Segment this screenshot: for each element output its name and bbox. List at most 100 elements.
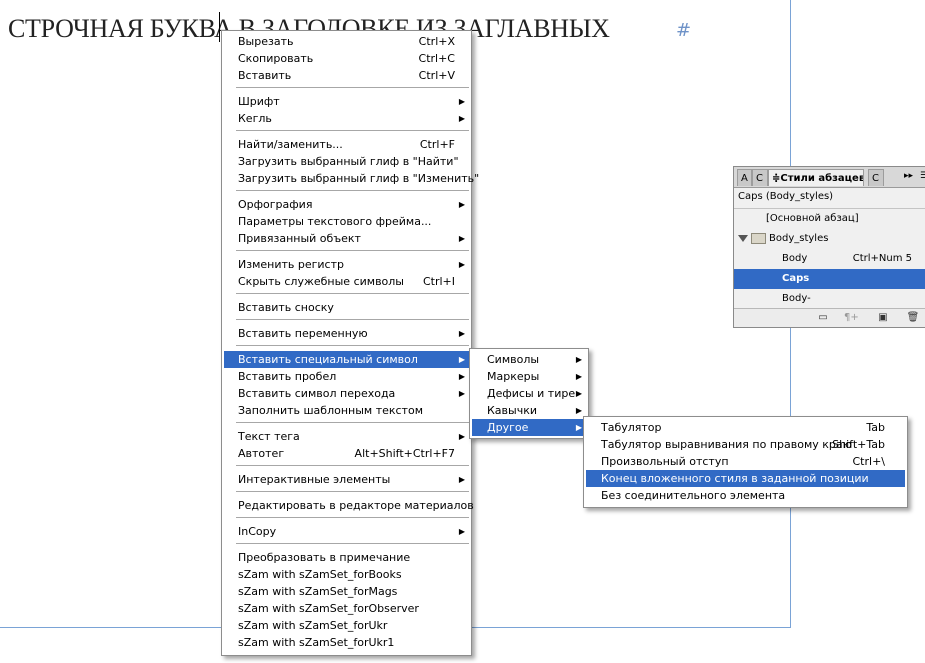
menu-item-size[interactable]: Кегль ▶ bbox=[224, 110, 469, 127]
menu-item-change-case[interactable]: Изменить регистр ▶ bbox=[224, 256, 469, 273]
menu-item-label: Найти/заменить... bbox=[238, 138, 343, 151]
menu-item-label: Шрифт bbox=[238, 95, 280, 108]
menu-item-label: Вставить сноску bbox=[238, 301, 334, 314]
submenu-item-quotes[interactable]: Кавычки ▶ bbox=[472, 402, 586, 419]
current-style-label: Caps (Body_styles) bbox=[738, 191, 834, 202]
menu-item-cut[interactable]: Вырезать Ctrl+X bbox=[224, 33, 469, 50]
expand-triangle-icon[interactable] bbox=[738, 234, 748, 242]
menu-item-label: Вставить символ перехода bbox=[238, 387, 396, 400]
menu-item-label: sZam with sZamSet_forBooks bbox=[238, 568, 402, 581]
style-row-body[interactable]: Body Ctrl+Num 5 bbox=[734, 249, 925, 269]
submenu-arrow-icon: ▶ bbox=[575, 406, 582, 415]
submenu-arrow-icon: ▶ bbox=[458, 372, 465, 381]
menu-item-label: Маркеры bbox=[487, 370, 540, 383]
menu-item-shortcut: Ctrl+\ bbox=[852, 455, 886, 468]
menu-item-label: Привязанный объект bbox=[238, 232, 361, 245]
menu-item-shortcut: Ctrl+I bbox=[422, 275, 455, 288]
menu-item-label: sZam with sZamSet_forUkr1 bbox=[238, 636, 395, 649]
menu-item-convert-to-note[interactable]: Преобразовать в примечание bbox=[224, 549, 469, 566]
menu-item-load-glyph-change[interactable]: Загрузить выбранный глиф в "Изменить" bbox=[224, 170, 479, 187]
menu-item-fill-placeholder[interactable]: Заполнить шаблонным текстом bbox=[224, 402, 469, 419]
menu-item-font[interactable]: Шрифт ▶ bbox=[224, 93, 469, 110]
submenu-item-markers[interactable]: Маркеры ▶ bbox=[472, 368, 586, 385]
menu-item-insert-variable[interactable]: Вставить переменную ▶ bbox=[224, 325, 469, 342]
folder-icon bbox=[751, 232, 766, 244]
tab-paragraph-styles[interactable]: ≑Стили абзацев bbox=[768, 169, 864, 186]
menu-item-label: Редактировать в редакторе материалов bbox=[238, 499, 474, 512]
submenu-item-tab[interactable]: Табулятор Tab bbox=[586, 419, 905, 436]
submenu-item-non-joiner[interactable]: Без соединительного элемента bbox=[586, 487, 905, 504]
menu-item-label: Скрыть служебные символы bbox=[238, 275, 404, 288]
submenu-arrow-icon: ▶ bbox=[458, 234, 465, 243]
menu-item-szam-mags[interactable]: sZam with sZamSet_forMags bbox=[224, 583, 469, 600]
menu-item-label: Орфография bbox=[238, 198, 313, 211]
style-row-label: Body- bbox=[782, 293, 811, 304]
menu-item-story-editor[interactable]: Редактировать в редакторе материалов bbox=[224, 497, 474, 514]
submenu-arrow-icon: ▶ bbox=[458, 200, 465, 209]
menu-item-autotag[interactable]: Автотег Alt+Shift+Ctrl+F7 bbox=[224, 445, 469, 462]
style-row-caps[interactable]: Caps bbox=[734, 269, 925, 289]
panel-tab-bar: А С ≑Стили абзацев С ▸▸ ☰ bbox=[734, 167, 925, 188]
panel-tab-c2[interactable]: С bbox=[868, 169, 884, 186]
menu-item-find-replace[interactable]: Найти/заменить... Ctrl+F bbox=[224, 136, 469, 153]
menu-item-anchored-object[interactable]: Привязанный объект ▶ bbox=[224, 230, 469, 247]
panel-menu-icon[interactable]: ▸▸ bbox=[904, 171, 913, 181]
menu-item-label: Текст тега bbox=[238, 430, 300, 443]
menu-item-shortcut: Ctrl+C bbox=[418, 52, 455, 65]
submenu-arrow-icon: ▶ bbox=[575, 372, 582, 381]
menu-item-incopy[interactable]: InCopy ▶ bbox=[224, 523, 469, 540]
menu-item-insert-break[interactable]: Вставить символ перехода ▶ bbox=[224, 385, 469, 402]
menu-item-insert-special-char[interactable]: Вставить специальный символ ▶ bbox=[224, 351, 469, 368]
menu-item-insert-footnote[interactable]: Вставить сноску bbox=[224, 299, 469, 316]
menu-item-paste[interactable]: Вставить Ctrl+V bbox=[224, 67, 469, 84]
menu-item-szam-ukr[interactable]: sZam with sZamSet_forUkr bbox=[224, 617, 469, 634]
menu-item-shortcut: Ctrl+X bbox=[418, 35, 455, 48]
menu-item-hide-hidden-chars[interactable]: Скрыть служебные символы Ctrl+I bbox=[224, 273, 469, 290]
menu-item-szam-ukr1[interactable]: sZam with sZamSet_forUkr1 bbox=[224, 634, 469, 651]
menu-item-label: Вырезать bbox=[238, 35, 294, 48]
menu-item-label: Вставить bbox=[238, 69, 292, 82]
submenu-item-other[interactable]: Другое ▶ bbox=[472, 419, 586, 436]
new-style-icon[interactable]: ▣ bbox=[876, 312, 890, 324]
submenu-arrow-icon: ▶ bbox=[458, 432, 465, 441]
submenu-item-end-nested-style[interactable]: Конец вложенного стиля в заданной позици… bbox=[586, 470, 905, 487]
submenu-item-right-indent-tab[interactable]: Табулятор выравнивания по правому краю Sh… bbox=[586, 436, 905, 453]
menu-item-text-frame-options[interactable]: Параметры текстового фрейма... bbox=[224, 213, 469, 230]
menu-separator bbox=[236, 345, 469, 346]
submenu-item-indent-to-here[interactable]: Произвольный отступ Ctrl+\ bbox=[586, 453, 905, 470]
submenu-arrow-icon: ▶ bbox=[575, 355, 582, 364]
style-row-body-dash[interactable]: Body- bbox=[734, 289, 925, 309]
menu-item-shortcut: Tab bbox=[866, 421, 885, 434]
paragraph-mark: # bbox=[676, 20, 692, 41]
clear-overrides-icon[interactable]: ¶+ bbox=[844, 312, 859, 324]
menu-item-tag-text[interactable]: Текст тега ▶ bbox=[224, 428, 469, 445]
text-cursor bbox=[219, 12, 220, 42]
menu-item-szam-observer[interactable]: sZam with sZamSet_forObserver bbox=[224, 600, 469, 617]
menu-item-shortcut: Shift+Tab bbox=[832, 438, 885, 451]
submenu-item-hyphens-dashes[interactable]: Дефисы и тире ▶ bbox=[472, 385, 586, 402]
style-group-label: Body_styles bbox=[769, 233, 829, 244]
panel-tab-c[interactable]: С bbox=[752, 169, 768, 186]
menu-item-label: sZam with sZamSet_forMags bbox=[238, 585, 398, 598]
trash-icon[interactable]: 🗑 bbox=[906, 312, 920, 324]
menu-item-insert-whitespace[interactable]: Вставить пробел ▶ bbox=[224, 368, 469, 385]
menu-item-label: Вставить переменную bbox=[238, 327, 368, 340]
menu-item-load-glyph-find[interactable]: Загрузить выбранный глиф в "Найти" bbox=[224, 153, 469, 170]
style-shortcut: Ctrl+Num 5 bbox=[852, 253, 912, 264]
menu-item-copy[interactable]: Скопировать Ctrl+C bbox=[224, 50, 469, 67]
menu-separator bbox=[236, 87, 469, 88]
menu-item-label: Символы bbox=[487, 353, 540, 366]
style-row-basic-paragraph[interactable]: [Основной абзац] bbox=[734, 209, 925, 229]
menu-item-interactive[interactable]: Интерактивные элементы ▶ bbox=[224, 471, 469, 488]
folder-icon[interactable]: ▭ bbox=[816, 312, 830, 324]
submenu-item-symbols[interactable]: Символы ▶ bbox=[472, 351, 586, 368]
panel-options-icon[interactable]: ☰ bbox=[920, 171, 925, 181]
menu-item-szam-books[interactable]: sZam with sZamSet_forBooks bbox=[224, 566, 469, 583]
menu-item-label: Преобразовать в примечание bbox=[238, 551, 411, 564]
menu-item-spelling[interactable]: Орфография ▶ bbox=[224, 196, 469, 213]
panel-tab-a[interactable]: А bbox=[737, 169, 752, 186]
menu-item-label: Изменить регистр bbox=[238, 258, 344, 271]
menu-separator bbox=[236, 465, 469, 466]
menu-separator bbox=[236, 517, 469, 518]
style-group-body-styles[interactable]: Body_styles bbox=[734, 229, 925, 249]
